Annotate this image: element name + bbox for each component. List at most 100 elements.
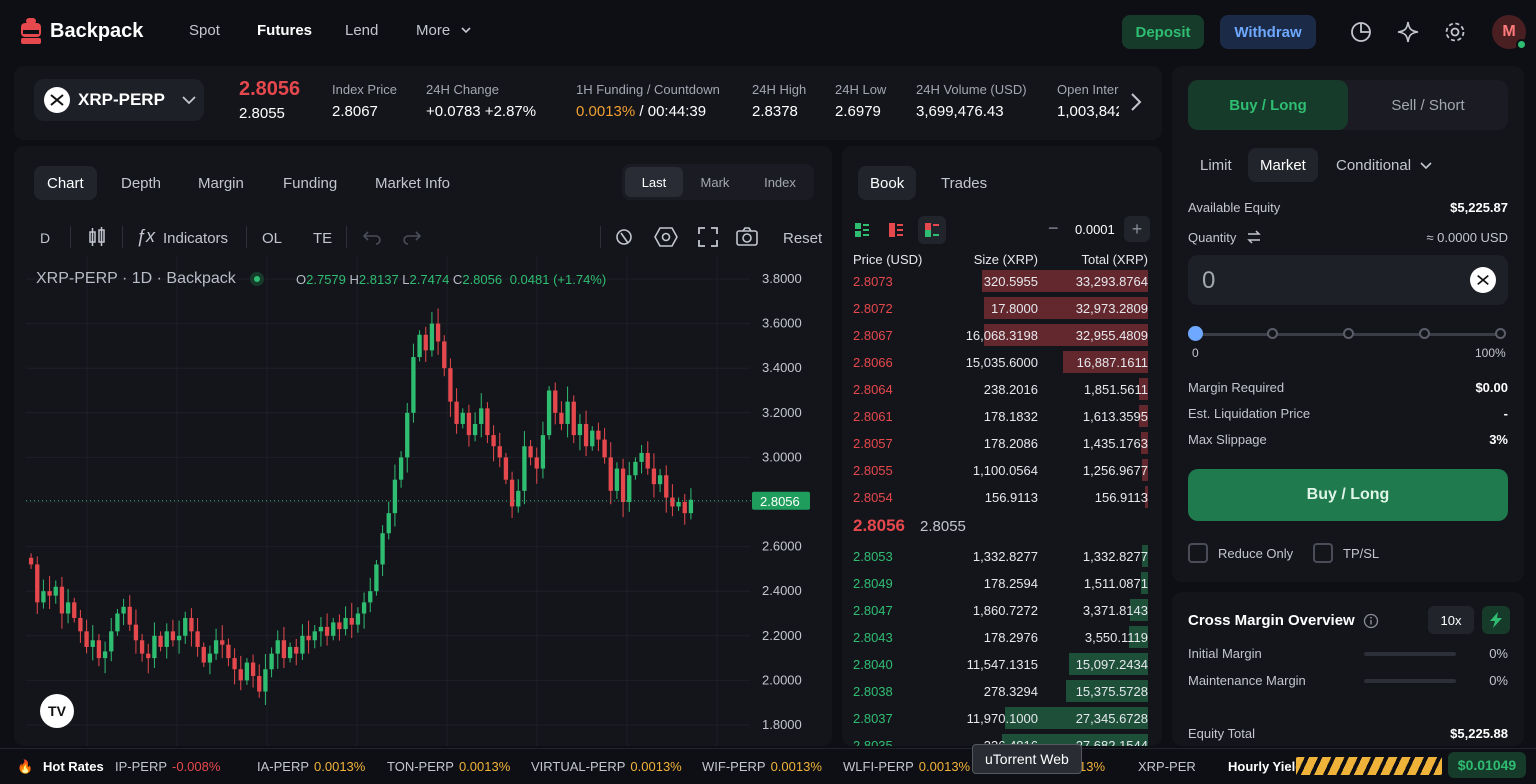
order-type-conditional[interactable]: Conditional bbox=[1324, 148, 1445, 182]
nav-more[interactable]: More bbox=[416, 22, 472, 39]
interval-button[interactable]: D bbox=[40, 230, 50, 246]
change-label: 24H Change bbox=[426, 82, 499, 97]
bid-row[interactable]: 2.8053 1,332.8277 1,332.8277 bbox=[842, 543, 1162, 570]
ask-row[interactable]: 2.8066 15,035.6000 16,887.1611 bbox=[842, 349, 1162, 376]
rate-item[interactable]: VIRTUAL-PERP 0.0013% bbox=[531, 759, 682, 774]
portfolio-pie-icon[interactable] bbox=[1349, 20, 1373, 44]
book-bids-toggle[interactable] bbox=[918, 216, 946, 244]
candle-body bbox=[102, 651, 108, 659]
gear-icon[interactable] bbox=[1443, 20, 1467, 44]
tab-funding[interactable]: Funding bbox=[270, 166, 350, 200]
brand-logo[interactable]: Backpack bbox=[20, 18, 143, 44]
bid-row[interactable]: 2.8047 1,860.7272 3,371.8143 bbox=[842, 597, 1162, 624]
ask-row[interactable]: 2.8073 320.5955 33,293.8764 bbox=[842, 268, 1162, 295]
bid-row[interactable]: 2.8040 11,547.1315 15,097.2434 bbox=[842, 651, 1162, 678]
ask-row[interactable]: 2.8055 1,100.0564 1,256.9677 bbox=[842, 457, 1162, 484]
bid-row[interactable]: 2.8038 278.3294 15,375.5728 bbox=[842, 678, 1162, 705]
rate-item[interactable]: WIF-PERP 0.0013% bbox=[702, 759, 822, 774]
book-both-icon[interactable] bbox=[854, 222, 870, 238]
bid-row[interactable]: 2.8043 178.2976 3,550.1119 bbox=[842, 624, 1162, 651]
candle-body bbox=[423, 334, 428, 351]
slider-step-25[interactable] bbox=[1267, 328, 1278, 339]
quantity-slider-handle[interactable] bbox=[1188, 326, 1203, 341]
auto-margin-button[interactable] bbox=[1482, 606, 1510, 634]
rate-value: 13% bbox=[1079, 759, 1106, 774]
book-asks-icon[interactable] bbox=[888, 222, 904, 238]
clear-quantity-button[interactable] bbox=[1470, 267, 1496, 293]
reset-button[interactable]: Reset bbox=[783, 230, 822, 247]
function-icon[interactable]: ƒx bbox=[136, 226, 155, 247]
camera-icon[interactable] bbox=[735, 226, 759, 248]
fullscreen-icon[interactable] bbox=[697, 226, 719, 248]
order-type-market[interactable]: Market bbox=[1248, 148, 1318, 182]
slider-step-100[interactable] bbox=[1495, 328, 1506, 339]
mid-price[interactable]: 2.8056 bbox=[853, 516, 905, 536]
indicators-button[interactable]: Indicators bbox=[163, 230, 228, 247]
market-selector[interactable]: XRP-PERP bbox=[34, 79, 204, 121]
ask-row[interactable]: 2.8054 156.9113 156.9113 bbox=[842, 484, 1162, 511]
swap-icon[interactable] bbox=[1246, 230, 1262, 244]
withdraw-button[interactable]: Withdraw bbox=[1220, 15, 1316, 49]
sell-short-tab[interactable]: Sell / Short bbox=[1348, 80, 1508, 130]
rate-item[interactable]: IP-PERP -0.008% bbox=[115, 759, 220, 774]
tab-trades[interactable]: Trades bbox=[929, 166, 999, 200]
deposit-button[interactable]: Deposit bbox=[1122, 15, 1204, 49]
fire-icon: 🔥 bbox=[17, 759, 34, 774]
ask-row[interactable]: 2.8067 16,068.3198 32,955.4809 bbox=[842, 322, 1162, 349]
tpsl-checkbox[interactable]: TP/SL bbox=[1313, 543, 1379, 563]
candle-body bbox=[361, 602, 367, 614]
price-type-last[interactable]: Last bbox=[625, 167, 683, 197]
ask-row[interactable]: 2.8057 178.2086 1,435.1763 bbox=[842, 430, 1162, 457]
bid-size: 1,860.7272 bbox=[972, 603, 1038, 618]
magic-tool-icon[interactable] bbox=[614, 226, 636, 248]
candle-body bbox=[398, 457, 404, 480]
hourly-yield-value[interactable]: $0.01049 bbox=[1448, 752, 1526, 778]
price-type-index[interactable]: Index bbox=[750, 167, 810, 197]
order-type-limit[interactable]: Limit bbox=[1188, 148, 1244, 182]
bid-row[interactable]: 2.8049 178.2594 1,511.0871 bbox=[842, 570, 1162, 597]
initial-margin-bar bbox=[1364, 652, 1456, 656]
max-slippage-value[interactable]: 3% bbox=[1489, 432, 1508, 447]
rate-item[interactable]: IA-PERP 0.0013% bbox=[257, 759, 365, 774]
reduce-only-checkbox[interactable]: Reduce Only bbox=[1188, 543, 1293, 563]
y-tick-label: 1.8000 bbox=[762, 717, 802, 732]
tab-depth[interactable]: Depth bbox=[108, 166, 174, 200]
settings-hex-icon[interactable] bbox=[654, 226, 678, 248]
rate-item[interactable]: TON-PERP 0.0013% bbox=[387, 759, 510, 774]
quantity-input[interactable]: 0 bbox=[1188, 255, 1508, 305]
price-chart[interactable]: 3.80003.60003.40003.20003.00002.80002.60… bbox=[14, 256, 832, 746]
nav-futures[interactable]: Futures bbox=[257, 22, 312, 39]
sparkle-icon[interactable] bbox=[1396, 20, 1420, 44]
rate-item[interactable]: XRP-PERP bbox=[1138, 759, 1196, 774]
maintenance-margin-label: Maintenance Margin bbox=[1188, 673, 1306, 688]
tab-chart[interactable]: Chart bbox=[34, 166, 97, 200]
ask-row[interactable]: 2.8072 17.8000 32,973.2809 bbox=[842, 295, 1162, 322]
rate-item[interactable]: WLFI-PERP 0.0013% bbox=[843, 759, 970, 774]
bid-row[interactable]: 2.8037 11,970.1000 27,345.6728 bbox=[842, 705, 1162, 732]
chevron-right-icon[interactable] bbox=[1126, 90, 1146, 114]
ol-toggle[interactable]: OL bbox=[262, 230, 282, 247]
submit-buy-button[interactable]: Buy / Long bbox=[1188, 469, 1508, 521]
buy-long-tab[interactable]: Buy / Long bbox=[1188, 80, 1348, 130]
leverage-button[interactable]: 10x bbox=[1428, 606, 1474, 634]
nav-lend[interactable]: Lend bbox=[345, 22, 378, 39]
info-icon[interactable] bbox=[1363, 613, 1379, 629]
slider-step-75[interactable] bbox=[1419, 328, 1430, 339]
tick-decrease-button[interactable]: − bbox=[1048, 218, 1059, 239]
te-toggle[interactable]: TE bbox=[313, 230, 332, 247]
ask-row[interactable]: 2.8064 238.2016 1,851.5611 bbox=[842, 376, 1162, 403]
slider-step-50[interactable] bbox=[1343, 328, 1354, 339]
ask-size: 17.8000 bbox=[991, 301, 1038, 316]
redo-icon[interactable] bbox=[402, 226, 422, 246]
ask-row[interactable]: 2.8061 178.1832 1,613.3595 bbox=[842, 403, 1162, 430]
tick-increase-button[interactable]: + bbox=[1124, 216, 1150, 242]
nav-spot[interactable]: Spot bbox=[189, 22, 220, 39]
tab-book[interactable]: Book bbox=[858, 166, 917, 200]
tab-market-info[interactable]: Market Info bbox=[362, 166, 463, 200]
candle-body bbox=[522, 446, 527, 491]
undo-icon[interactable] bbox=[362, 226, 382, 246]
price-type-mark[interactable]: Mark bbox=[686, 167, 744, 197]
tradingview-logo[interactable]: TV bbox=[40, 694, 74, 728]
tab-margin[interactable]: Margin bbox=[185, 166, 257, 200]
candle-style-icon[interactable] bbox=[86, 226, 108, 248]
